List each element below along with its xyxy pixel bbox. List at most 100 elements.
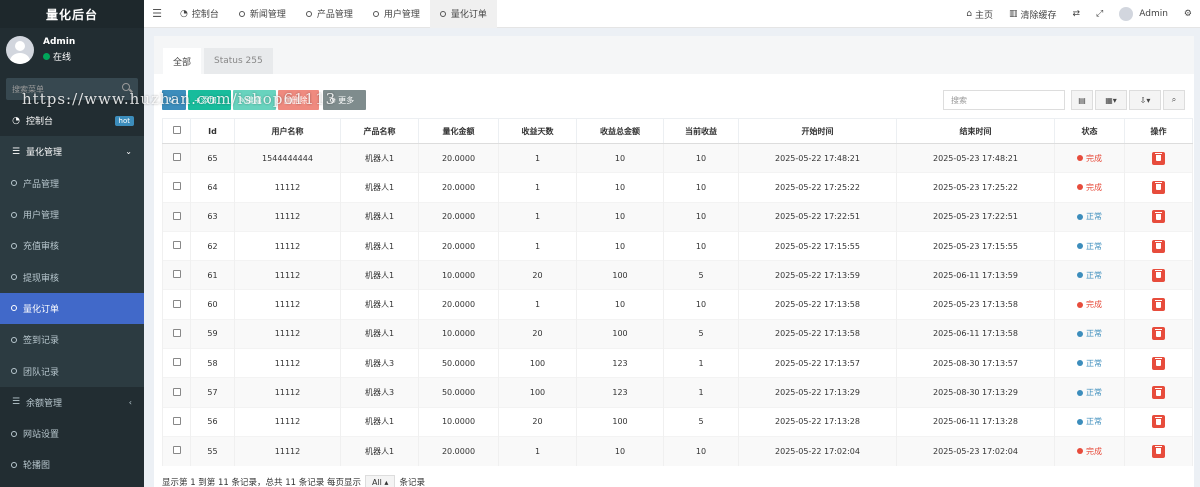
table-row[interactable]: 55 11112 机器人1 20.0000 1 10 10 2025-05-22 17:02:… <box>162 435 1193 466</box>
table-cell: 2025-08-30 17:13:29 <box>896 377 1055 408</box>
circle-icon <box>439 10 446 17</box>
row-delete-button[interactable] <box>1152 444 1165 458</box>
table-row[interactable]: 57 11112 机器人3 50.0000 100 123 1 2025-05-22 17:1… <box>162 377 1193 408</box>
row-checkbox[interactable] <box>162 348 191 378</box>
row-checkbox[interactable] <box>162 435 191 466</box>
language-icon[interactable]: ⇄ <box>1064 9 1088 19</box>
table-row[interactable]: 64 11112 机器人1 20.0000 1 10 10 2025-05-22 17:25:… <box>162 172 1193 203</box>
tab-user-management[interactable]: 用户管理 <box>363 0 430 28</box>
status-cell: 正常 <box>1054 201 1125 232</box>
column-header[interactable]: 状态 <box>1054 118 1125 144</box>
add-button[interactable]: + 添加 <box>188 90 231 110</box>
sidebar-item-recharge-review[interactable]: 充值审核 <box>0 230 144 262</box>
sidebar-item-product-management[interactable]: 产品管理 <box>0 167 144 199</box>
tab-quant-orders[interactable]: 量化订单 <box>429 0 497 28</box>
advanced-search-button[interactable]: ⌕ <box>1163 90 1185 110</box>
row-delete-button[interactable] <box>1152 268 1165 282</box>
clear-cache-button[interactable]: ▥ 清除缓存 <box>1001 8 1065 21</box>
column-header[interactable]: 用户名称 <box>234 118 341 144</box>
export-button[interactable]: ⇩▾ <box>1129 90 1161 110</box>
row-delete-button[interactable] <box>1152 356 1165 370</box>
pagination-suffix: 条记录 <box>399 478 425 487</box>
column-header[interactable]: 收益总金额 <box>576 118 664 144</box>
sidebar-item-withdraw-review[interactable]: 提现审核 <box>0 261 144 293</box>
fullscreen-icon[interactable]: ⤢ <box>1088 9 1111 19</box>
tab-status-255[interactable]: Status 255 <box>204 48 273 74</box>
edit-button[interactable]: ✎ 编辑 <box>233 90 276 110</box>
row-checkbox[interactable] <box>162 201 191 232</box>
column-header[interactable]: 当前收益 <box>663 118 739 144</box>
row-checkbox[interactable] <box>162 230 191 261</box>
delete-button[interactable]: ▥ 删除 <box>278 90 319 110</box>
toggle-view-button[interactable]: ▤ <box>1071 90 1093 110</box>
table-row[interactable]: 56 11112 机器人1 10.0000 20 100 5 2025-05-22 17:13… <box>162 406 1193 437</box>
status-cell: 正常 <box>1054 406 1125 437</box>
dashboard-icon: ◔ <box>12 115 20 126</box>
table-cell: 1 <box>498 201 577 232</box>
row-checkbox[interactable] <box>162 289 191 320</box>
refresh-button[interactable]: ↻ <box>162 90 186 110</box>
table-row[interactable]: 65 1544444444 机器人1 20.0000 1 10 10 2025-05-22 1… <box>162 142 1193 173</box>
table-row[interactable]: 61 11112 机器人1 10.0000 20 100 5 2025-05-22 17:13… <box>162 260 1193 290</box>
sidebar-item-team-records[interactable]: 团队记录 <box>0 355 144 387</box>
sidebar-search-input[interactable]: 搜索菜单 <box>6 78 138 100</box>
search-icon[interactable] <box>122 83 130 91</box>
row-checkbox[interactable] <box>162 318 191 349</box>
sidebar-item-user-management[interactable]: 用户管理 <box>0 198 144 231</box>
page-size-select[interactable]: All ▴ <box>364 475 396 487</box>
table-row[interactable]: 62 11112 机器人1 20.0000 1 10 10 2025-05-22 17:15:… <box>162 230 1193 261</box>
column-header[interactable]: 产品名称 <box>340 118 419 144</box>
table-row[interactable]: 58 11112 机器人3 50.0000 100 123 1 2025-05-22 17:1… <box>162 348 1193 378</box>
column-header[interactable]: 收益天数 <box>498 118 577 144</box>
row-checkbox[interactable] <box>162 260 191 290</box>
gear-icon[interactable]: ⚙ <box>1176 9 1200 19</box>
table-header-row: Id 用户名称 产品名称 量化金额 收益天数 收益总金额 当前收益 开始时间 结… <box>162 118 1193 144</box>
row-checkbox[interactable] <box>162 406 191 437</box>
row-delete-button[interactable] <box>1152 151 1165 165</box>
sidebar-item-quant-management[interactable]: ☰ 量化管理 ⌄ <box>0 136 144 168</box>
table-row[interactable]: 60 11112 机器人1 20.0000 1 10 10 2025-05-22 17:13:… <box>162 289 1193 320</box>
sidebar-item-quant-orders[interactable]: 量化订单 <box>0 292 144 325</box>
table-row[interactable]: 63 11112 机器人1 20.0000 1 10 10 2025-05-22 17:22:… <box>162 201 1193 232</box>
action-cell <box>1124 201 1193 232</box>
hamburger-icon[interactable]: ☰ <box>144 7 170 20</box>
tab-product-management[interactable]: 产品管理 <box>296 0 363 28</box>
home-link[interactable]: ⌂ 主页 <box>958 8 1001 21</box>
sidebar-item-checkin-records[interactable]: 签到记录 <box>0 324 144 356</box>
row-delete-button[interactable] <box>1152 210 1165 224</box>
column-header[interactable]: 开始时间 <box>738 118 897 144</box>
row-checkbox[interactable] <box>162 377 191 408</box>
row-checkbox[interactable] <box>162 142 191 173</box>
trash-icon <box>1155 211 1162 220</box>
row-delete-button[interactable] <box>1152 298 1165 312</box>
sidebar-item-carousel[interactable]: 轮播图 <box>0 449 144 480</box>
table-cell: 11112 <box>234 406 341 437</box>
columns-button[interactable]: ▦▾ <box>1095 90 1127 110</box>
select-all-checkbox[interactable] <box>162 118 191 144</box>
sidebar-item-site-settings[interactable]: 网站设置 <box>0 418 144 449</box>
brand-logo[interactable]: 量化后台 <box>0 0 144 28</box>
column-header[interactable]: 结束时间 <box>896 118 1055 144</box>
table-cell: 1 <box>498 172 577 203</box>
row-delete-button[interactable] <box>1152 180 1165 194</box>
tab-all[interactable]: 全部 <box>163 48 202 74</box>
table-row[interactable]: 59 11112 机器人1 10.0000 20 100 5 2025-05-22 17:13… <box>162 318 1193 349</box>
user-menu[interactable]: Admin <box>1111 7 1176 21</box>
tab-dashboard[interactable]: ◔ 控制台 <box>170 0 229 28</box>
table-search-input[interactable]: 搜索 <box>943 90 1065 110</box>
row-delete-button[interactable] <box>1152 327 1165 341</box>
row-delete-button[interactable] <box>1152 239 1165 253</box>
table-cell: 2025-06-11 17:13:28 <box>896 406 1055 437</box>
row-checkbox[interactable] <box>162 172 191 203</box>
status-cell: 正常 <box>1054 348 1125 378</box>
row-delete-button[interactable] <box>1152 386 1165 400</box>
sidebar-item-dashboard[interactable]: ◔ 控制台 hot <box>0 105 144 136</box>
tab-news-management[interactable]: 新闻管理 <box>229 0 296 28</box>
more-button[interactable]: ⚙ 更多 <box>323 90 366 110</box>
table-cell: 机器人3 <box>340 348 419 378</box>
row-delete-button[interactable] <box>1152 415 1165 429</box>
action-cell <box>1124 142 1193 173</box>
sidebar-item-balance-management[interactable]: ☰ 余额管理 ‹ <box>0 387 144 418</box>
column-header[interactable]: Id <box>190 118 235 144</box>
column-header[interactable]: 量化金额 <box>418 118 499 144</box>
